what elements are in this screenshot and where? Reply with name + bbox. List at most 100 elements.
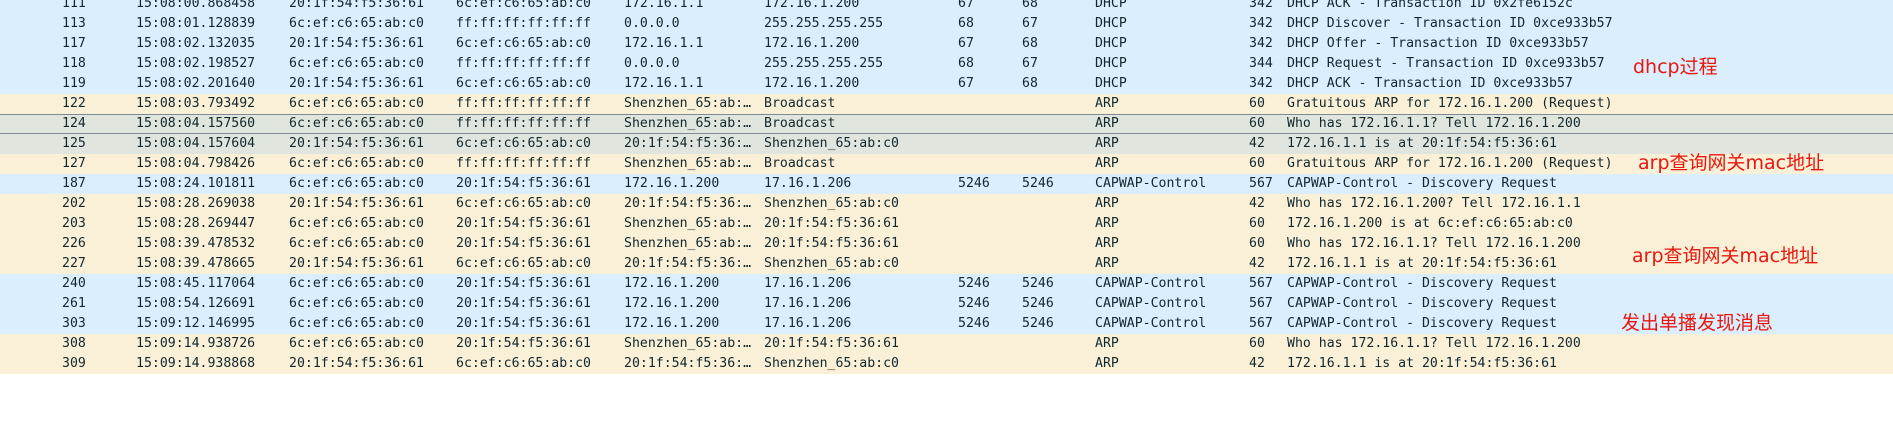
packet-source-mac: 6c:ef:c6:65:ab:c0 bbox=[289, 176, 424, 191]
packet-source-mac: 6c:ef:c6:65:ab:c0 bbox=[289, 116, 424, 131]
packet-protocol: CAPWAP-Control bbox=[1095, 316, 1207, 331]
packet-row[interactable]: 227 15:08:39.478665 20:1f:54:f5:36:61 6c:ef… bbox=[0, 254, 1893, 274]
packet-length: 567 bbox=[1249, 176, 1273, 191]
packet-time: 15:08:01.128839 bbox=[136, 16, 256, 31]
packet-number: 203 bbox=[62, 216, 86, 231]
packet-row[interactable]: 125 15:08:04.157604 20:1f:54:f5:36:61 6c:ef… bbox=[0, 134, 1893, 154]
packet-protocol: ARP bbox=[1095, 256, 1119, 271]
packet-row[interactable]: 122 15:08:03.793492 6c:ef:c6:65:ab:c0 ff:ff… bbox=[0, 94, 1893, 114]
packet-source: Shenzhen_65:ab:… bbox=[624, 116, 752, 131]
packet-row[interactable]: 203 15:08:28.269447 6c:ef:c6:65:ab:c0 20:1f… bbox=[0, 214, 1893, 234]
packet-source-port: 68 bbox=[958, 56, 974, 71]
packet-destination-port: 67 bbox=[1022, 16, 1038, 31]
packet-row[interactable]: 202 15:08:28.269038 20:1f:54:f5:36:61 6c:ef… bbox=[0, 194, 1893, 214]
packet-source: 172.16.1.200 bbox=[624, 296, 720, 311]
packet-row[interactable]: 308 15:09:14.938726 6c:ef:c6:65:ab:c0 20:1f… bbox=[0, 334, 1893, 354]
packet-destination: Broadcast bbox=[764, 96, 836, 111]
packet-time: 15:08:03.793492 bbox=[136, 96, 256, 111]
packet-source: 172.16.1.1 bbox=[624, 0, 704, 11]
packet-number: 113 bbox=[62, 16, 86, 31]
packet-source-port: 5246 bbox=[958, 176, 990, 191]
packet-row[interactable]: 261 15:08:54.126691 6c:ef:c6:65:ab:c0 20:1f… bbox=[0, 294, 1893, 314]
packet-length: 42 bbox=[1249, 256, 1265, 271]
packet-row[interactable]: 111 15:08:00.868458 20:1f:54:f5:36:61 6c:ef… bbox=[0, 0, 1893, 14]
packet-protocol: CAPWAP-Control bbox=[1095, 276, 1207, 291]
packet-destination: Broadcast bbox=[764, 116, 836, 131]
annotation-dhcp-process: dhcp过程 bbox=[1633, 56, 1718, 78]
packet-destination: Shenzhen_65:ab:c0 bbox=[764, 356, 899, 371]
packet-row[interactable]: 240 15:08:45.117064 6c:ef:c6:65:ab:c0 20:1f… bbox=[0, 274, 1893, 294]
packet-time: 15:09:12.146995 bbox=[136, 316, 256, 331]
packet-source: 20:1f:54:f5:36:… bbox=[624, 196, 752, 211]
packet-protocol: DHCP bbox=[1095, 56, 1127, 71]
packet-destination-mac: ff:ff:ff:ff:ff:ff bbox=[456, 96, 591, 111]
packet-row[interactable]: 118 15:08:02.198527 6c:ef:c6:65:ab:c0 ff:ff… bbox=[0, 54, 1893, 74]
packet-capture-screenshot: 111 15:08:00.868458 20:1f:54:f5:36:61 6c:ef… bbox=[0, 0, 1893, 446]
packet-destination-port: 5246 bbox=[1022, 276, 1054, 291]
packet-list: 111 15:08:00.868458 20:1f:54:f5:36:61 6c:ef… bbox=[0, 0, 1893, 374]
packet-number: 309 bbox=[62, 356, 86, 371]
packet-number: 117 bbox=[62, 36, 86, 51]
packet-source: 172.16.1.200 bbox=[624, 176, 720, 191]
packet-info: Who has 172.16.1.1? Tell 172.16.1.200 bbox=[1287, 116, 1581, 131]
packet-source-mac: 20:1f:54:f5:36:61 bbox=[289, 256, 424, 271]
packet-destination-mac: 6c:ef:c6:65:ab:c0 bbox=[456, 256, 591, 271]
packet-number: 119 bbox=[62, 76, 86, 91]
packet-destination-mac: 6c:ef:c6:65:ab:c0 bbox=[456, 196, 591, 211]
packet-source-mac: 6c:ef:c6:65:ab:c0 bbox=[289, 296, 424, 311]
packet-destination: 17.16.1.206 bbox=[764, 316, 852, 331]
packet-length: 42 bbox=[1249, 136, 1265, 151]
packet-time: 15:08:28.269038 bbox=[136, 196, 256, 211]
packet-number: 118 bbox=[62, 56, 86, 71]
packet-row[interactable]: 119 15:08:02.201640 20:1f:54:f5:36:61 6c:ef… bbox=[0, 74, 1893, 94]
packet-destination-port: 5246 bbox=[1022, 316, 1054, 331]
packet-row[interactable]: 303 15:09:12.146995 6c:ef:c6:65:ab:c0 20:1f… bbox=[0, 314, 1893, 334]
packet-source-mac: 6c:ef:c6:65:ab:c0 bbox=[289, 276, 424, 291]
packet-info: Who has 172.16.1.200? Tell 172.16.1.1 bbox=[1287, 196, 1581, 211]
packet-length: 42 bbox=[1249, 356, 1265, 371]
packet-destination: Broadcast bbox=[764, 156, 836, 171]
packet-protocol: DHCP bbox=[1095, 0, 1127, 11]
packet-row[interactable]: 226 15:08:39.478532 6c:ef:c6:65:ab:c0 20:1f… bbox=[0, 234, 1893, 254]
packet-destination: 17.16.1.206 bbox=[764, 176, 852, 191]
packet-number: 226 bbox=[62, 236, 86, 251]
packet-source: Shenzhen_65:ab:… bbox=[624, 216, 752, 231]
packet-row[interactable]: 187 15:08:24.101811 6c:ef:c6:65:ab:c0 20:1f… bbox=[0, 174, 1893, 194]
packet-number: 127 bbox=[62, 156, 86, 171]
packet-row[interactable]: 309 15:09:14.938868 20:1f:54:f5:36:61 6c:ef… bbox=[0, 354, 1893, 374]
packet-source-port: 67 bbox=[958, 0, 974, 11]
packet-destination: 172.16.1.200 bbox=[764, 36, 860, 51]
packet-row[interactable]: 124 15:08:04.157560 6c:ef:c6:65:ab:c0 ff:ff… bbox=[0, 114, 1893, 134]
packet-length: 60 bbox=[1249, 96, 1265, 111]
packet-row[interactable]: 113 15:08:01.128839 6c:ef:c6:65:ab:c0 ff:ff… bbox=[0, 14, 1893, 34]
packet-destination-mac: 20:1f:54:f5:36:61 bbox=[456, 216, 591, 231]
packet-destination-mac: 20:1f:54:f5:36:61 bbox=[456, 316, 591, 331]
packet-info: DHCP Request - Transaction ID 0xce933b57 bbox=[1287, 56, 1605, 71]
packet-row[interactable]: 127 15:08:04.798426 6c:ef:c6:65:ab:c0 ff:ff… bbox=[0, 154, 1893, 174]
annotation-arp-gateway-mac: arp查询网关mac地址 bbox=[1638, 152, 1825, 174]
packet-length: 342 bbox=[1249, 16, 1273, 31]
packet-info: DHCP ACK - Transaction ID 0xce933b57 bbox=[1287, 76, 1573, 91]
packet-destination-mac: 20:1f:54:f5:36:61 bbox=[456, 236, 591, 251]
packet-source-mac: 20:1f:54:f5:36:61 bbox=[289, 0, 424, 11]
packet-destination-mac: ff:ff:ff:ff:ff:ff bbox=[456, 16, 591, 31]
packet-info: CAPWAP-Control - Discovery Request bbox=[1287, 296, 1557, 311]
packet-time: 15:09:14.938868 bbox=[136, 356, 256, 371]
packet-destination-port: 67 bbox=[1022, 56, 1038, 71]
packet-protocol: ARP bbox=[1095, 196, 1119, 211]
packet-row[interactable]: 117 15:08:02.132035 20:1f:54:f5:36:61 6c:ef… bbox=[0, 34, 1893, 54]
packet-info: CAPWAP-Control - Discovery Request bbox=[1287, 316, 1557, 331]
packet-source-mac: 6c:ef:c6:65:ab:c0 bbox=[289, 96, 424, 111]
packet-source-mac: 6c:ef:c6:65:ab:c0 bbox=[289, 216, 424, 231]
packet-time: 15:08:24.101811 bbox=[136, 176, 256, 191]
packet-time: 15:08:45.117064 bbox=[136, 276, 256, 291]
packet-info: Who has 172.16.1.1? Tell 172.16.1.200 bbox=[1287, 336, 1581, 351]
packet-source: 20:1f:54:f5:36:… bbox=[624, 356, 752, 371]
packet-time: 15:08:02.198527 bbox=[136, 56, 256, 71]
packet-source-port: 5246 bbox=[958, 276, 990, 291]
packet-destination-port: 68 bbox=[1022, 76, 1038, 91]
packet-source-mac: 6c:ef:c6:65:ab:c0 bbox=[289, 316, 424, 331]
packet-length: 60 bbox=[1249, 236, 1265, 251]
packet-length: 342 bbox=[1249, 0, 1273, 11]
packet-info: Gratuitous ARP for 172.16.1.200 (Request… bbox=[1287, 96, 1613, 111]
